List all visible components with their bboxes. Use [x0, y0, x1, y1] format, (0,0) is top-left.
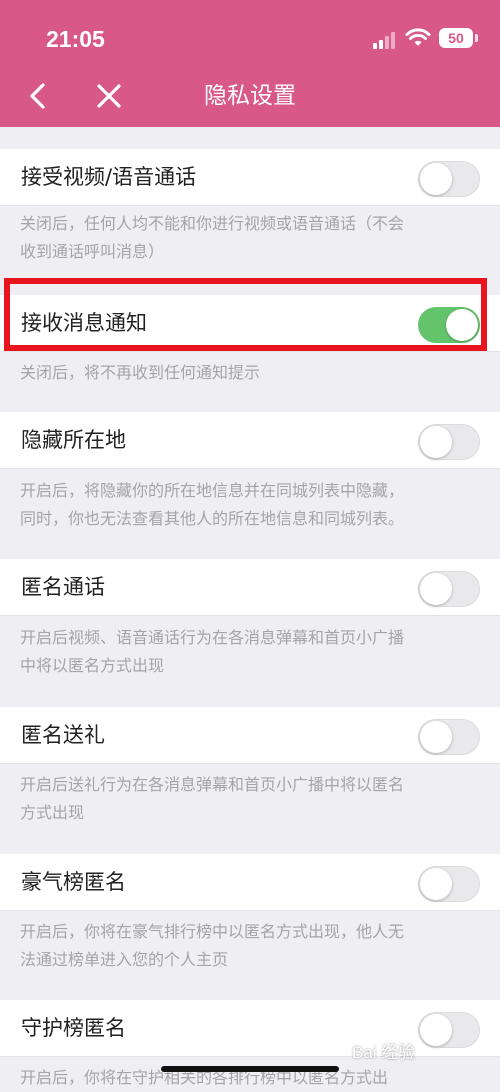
page-title: 隐私设置	[204, 83, 296, 109]
status-time: 21:05	[46, 26, 105, 52]
description-line: 收到通话呼叫消息）	[20, 242, 165, 261]
watermark: Bai 经验	[352, 1043, 416, 1062]
setting-label: 匿名通话	[21, 575, 105, 599]
anonymous-call-toggle[interactable]	[418, 571, 480, 607]
hide-location-toggle[interactable]	[418, 424, 480, 460]
setting-row-message-notification: 接收消息通知	[0, 295, 500, 352]
video-call-toggle[interactable]	[418, 161, 480, 197]
anonymous-gift-toggle[interactable]	[418, 719, 480, 755]
cellular-signal-icon	[373, 31, 399, 49]
setting-row-anonymous-gift: 匿名送礼	[0, 707, 500, 764]
battery-cap	[475, 34, 478, 42]
description-line: 法通过榜单进入您的个人主页	[20, 950, 229, 969]
message-notification-toggle[interactable]	[418, 307, 480, 343]
description-line: 关闭后，任何人均不能和你进行视频或语音通话（不会	[20, 214, 405, 233]
toggle-knob	[420, 1014, 452, 1046]
guard-rank-anonymous-toggle[interactable]	[418, 1012, 480, 1048]
toggle-knob	[420, 721, 452, 753]
app-header: 21:05 50 隐私设置	[0, 0, 500, 127]
setting-description: 开启后，将隐藏你的所在地信息并在同城列表中隐藏， 同时，你也无法查看其他人的所在…	[20, 477, 478, 533]
toggle-knob	[420, 163, 452, 195]
setting-row-anonymous-call: 匿名通话	[0, 559, 500, 616]
setting-row-wealth-rank-anonymous: 豪气榜匿名	[0, 854, 500, 911]
setting-row-guard-rank-anonymous: 守护榜匿名	[0, 1000, 500, 1057]
setting-description: 关闭后，将不再收到任何通知提示	[20, 359, 478, 387]
description-line: 中将以匿名方式出现	[20, 656, 165, 675]
description-line: 方式出现	[20, 803, 85, 822]
toggle-knob	[420, 573, 452, 605]
description-line: 开启后视频、语音通话行为在各消息弹幕和首页小广播	[20, 628, 405, 647]
setting-label: 豪气榜匿名	[21, 870, 126, 894]
setting-label: 接受视频/语音通话	[21, 165, 197, 189]
setting-label: 匿名送礼	[21, 723, 105, 747]
setting-description: 开启后送礼行为在各消息弹幕和首页小广播中将以匿名 方式出现	[20, 771, 478, 827]
setting-row-hide-location: 隐藏所在地	[0, 412, 500, 469]
setting-description: 开启后，你将在豪气排行榜中以匿名方式出现，他人无 法通过榜单进入您的个人主页	[20, 918, 478, 974]
description-line: 同时，你也无法查看其他人的所在地信息和同城列表。	[20, 509, 405, 528]
setting-label: 接收消息通知	[21, 311, 147, 335]
setting-label: 隐藏所在地	[21, 428, 126, 452]
description-line: 开启后，你将在豪气排行榜中以匿名方式出现，他人无	[20, 922, 405, 941]
wealth-rank-anonymous-toggle[interactable]	[418, 866, 480, 902]
battery-indicator: 50	[439, 28, 473, 48]
home-indicator[interactable]	[161, 1066, 339, 1072]
setting-description: 关闭后，任何人均不能和你进行视频或语音通话（不会 收到通话呼叫消息）	[20, 210, 478, 266]
wifi-icon	[405, 28, 431, 46]
description-line: 开启后，将隐藏你的所在地信息并在同城列表中隐藏，	[20, 481, 405, 500]
toggle-knob	[420, 426, 452, 458]
description-line: 关闭后，将不再收到任何通知提示	[20, 363, 261, 382]
setting-description: 开启后视频、语音通话行为在各消息弹幕和首页小广播 中将以匿名方式出现	[20, 624, 478, 680]
toggle-knob	[446, 309, 478, 341]
toggle-knob	[420, 868, 452, 900]
setting-label: 守护榜匿名	[21, 1016, 126, 1040]
setting-row-video-call: 接受视频/语音通话	[0, 149, 500, 206]
description-line: 开启后送礼行为在各消息弹幕和首页小广播中将以匿名	[20, 775, 405, 794]
